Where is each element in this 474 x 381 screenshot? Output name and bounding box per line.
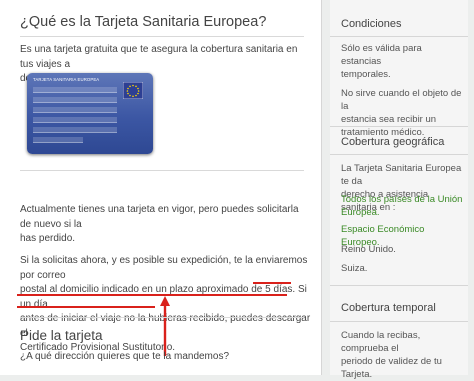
card-title: TARJETA SANITARIA EUROPEA [33,77,100,82]
divider [330,126,468,127]
status-line: Actualmente tienes una tarjeta en vigor,… [20,204,299,230]
red-underline [17,294,287,296]
coverage-geo-title: Cobertura geográfica [341,136,445,148]
eu-flag-icon [123,82,143,99]
condition-item: Sólo es válida para estancias temporales. [341,43,422,80]
card-fields [33,87,117,147]
red-arrow-icon [160,296,170,356]
conditions-title: Condiciones [341,18,402,30]
country-item-uk: Reino Unido. [341,244,396,255]
section-title: Pide la tarjeta [20,328,103,343]
divider [20,36,304,37]
status-text: Actualmente tienes una tarjeta en vigor,… [20,203,312,247]
divider [330,285,468,286]
conditions-list: Sólo es válida para estancias temporales.… [341,42,463,139]
divider [20,317,304,318]
page-title: ¿Qué es la Tarjeta Sanitaria Europea? [20,14,267,30]
divider [20,170,304,171]
main-panel: ¿Qué es la Tarjeta Sanitaria Europea? Es… [0,0,322,375]
health-card-image: TARJETA SANITARIA EUROPEA [27,73,153,154]
divider [330,154,468,155]
country-item-switzerland: Suiza. [341,263,368,274]
request-line: Si la solicitas ahora, y es posible su e… [20,255,308,281]
country-link-eu[interactable]: Todos los países de la Unión Europea. [341,193,463,219]
status-line: has perdido. [20,233,76,244]
coverage-temp-title: Cobertura temporal [341,302,436,314]
red-underline [17,306,155,308]
address-question: ¿A qué dirección quieres que te la mande… [20,351,230,362]
page: ¿Qué es la Tarjeta Sanitaria Europea? Es… [0,0,474,380]
divider [330,36,468,37]
divider [330,321,468,322]
intro-line: Es una tarjeta gratuita que te asegura l… [20,44,298,70]
red-underline [253,282,291,284]
coverage-temp-text: Cuando la recibas, comprueba el periodo … [341,330,442,380]
condition-item: No sirve cuando el objeto de la estancia … [341,88,462,138]
